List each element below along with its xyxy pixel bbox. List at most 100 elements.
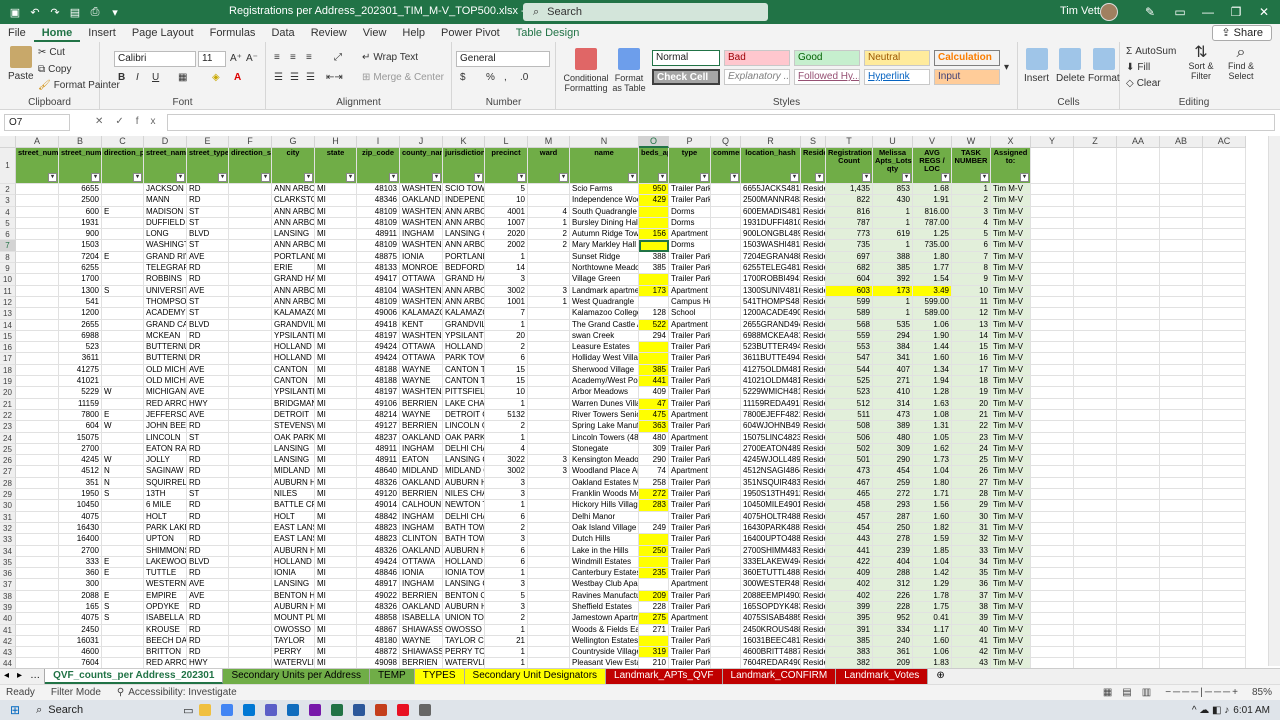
table-cell[interactable]: Reside [801, 568, 826, 580]
table-cell[interactable]: UNIVERSITY [144, 285, 187, 297]
table-cell[interactable]: 735 [826, 240, 873, 252]
table-cell[interactable]: BATH TOWN [443, 522, 485, 535]
row-header[interactable]: 29 [0, 489, 16, 501]
table-cell[interactable] [229, 296, 272, 309]
conditional-formatting-button[interactable]: Conditional Formatting [562, 48, 610, 93]
empty-cell[interactable] [1074, 217, 1117, 230]
table-cell[interactable]: 294 [873, 330, 913, 343]
table-cell[interactable] [711, 477, 741, 490]
table-cell[interactable]: MI [315, 342, 357, 354]
table-cell[interactable]: Trailer Park [669, 330, 711, 343]
table-cell[interactable]: 1300SUNIV48104 [741, 285, 801, 297]
align-center-icon[interactable]: ☰ [290, 72, 299, 83]
empty-cell[interactable] [1031, 398, 1074, 410]
empty-cell[interactable] [1031, 613, 1074, 625]
table-cell[interactable] [528, 647, 570, 659]
table-cell[interactable]: 2 [528, 240, 570, 252]
empty-cell[interactable] [1160, 330, 1203, 343]
table-cell[interactable]: 388 [639, 251, 669, 264]
table-cell[interactable]: 1 [873, 308, 913, 320]
table-cell[interactable]: 568 [826, 319, 873, 331]
table-cell[interactable]: 240 [873, 635, 913, 648]
empty-cell[interactable] [1074, 624, 1117, 636]
empty-cell[interactable] [1031, 364, 1074, 377]
table-cell[interactable]: MI [315, 579, 357, 591]
empty-cell[interactable] [1031, 195, 1074, 207]
table-cell[interactable]: School [669, 308, 711, 320]
table-cell[interactable]: 441 [826, 545, 873, 557]
table-cell[interactable]: SHIMMONS [144, 545, 187, 557]
column-header[interactable]: B [59, 136, 102, 148]
column-header[interactable]: Q [711, 136, 741, 148]
empty-cell[interactable] [1031, 296, 1074, 309]
table-cell[interactable]: Tim M-V [991, 251, 1031, 264]
empty-cell[interactable] [1117, 432, 1160, 444]
table-cell[interactable]: 173 [873, 285, 913, 297]
table-cell[interactable] [229, 376, 272, 388]
italic-button[interactable]: I [136, 72, 139, 83]
empty-cell[interactable] [1203, 613, 1246, 625]
table-cell[interactable]: BENTON HARBOR [272, 590, 315, 602]
row-header[interactable]: 40 [0, 613, 16, 625]
tab-home[interactable]: Home [33, 24, 81, 42]
empty-cell[interactable] [1203, 296, 1246, 309]
table-cell[interactable] [229, 432, 272, 444]
empty-cell[interactable] [1203, 500, 1246, 512]
empty-cell[interactable] [1117, 308, 1160, 320]
empty-cell[interactable] [1117, 455, 1160, 467]
table-cell[interactable] [711, 556, 741, 569]
table-cell[interactable]: 360ETUTTL48846 [741, 568, 801, 580]
empty-cell[interactable] [1203, 579, 1246, 591]
table-cell[interactable]: Apartment [669, 319, 711, 331]
sheet-tab-types[interactable]: TYPES [414, 669, 465, 684]
empty-cell[interactable] [1074, 647, 1117, 659]
row-header[interactable]: 36 [0, 568, 16, 580]
table-cell[interactable]: 2 [485, 522, 528, 535]
table-cell[interactable]: 502 [826, 443, 873, 456]
table-cell[interactable]: 47 [639, 398, 669, 410]
borders-icon[interactable]: ▦ [178, 72, 187, 83]
table-cell[interactable]: ANN ARBOR [443, 296, 485, 309]
table-cell[interactable]: Windmill Estates [570, 556, 639, 569]
filter-dropdown-icon[interactable]: ▾ [261, 173, 270, 182]
empty-cell[interactable] [1203, 590, 1246, 602]
table-cell[interactable]: Trailer Park [669, 398, 711, 410]
table-cell[interactable] [711, 658, 741, 668]
empty-cell[interactable] [1160, 319, 1203, 331]
table-cell[interactable]: Trailer Park [669, 443, 711, 456]
table-cell[interactable]: MI [315, 195, 357, 207]
empty-cell[interactable] [1117, 409, 1160, 422]
table-cell[interactable]: 1.25 [913, 229, 952, 241]
table-cell[interactable]: 16430PARK48823 [741, 522, 801, 535]
table-cell[interactable] [102, 579, 144, 591]
row-header[interactable]: 20 [0, 387, 16, 399]
table-cell[interactable]: SAGINAW [144, 466, 187, 478]
table-cell[interactable]: Tim M-V [991, 489, 1031, 501]
table-cell[interactable]: Tim M-V [991, 387, 1031, 399]
row-header[interactable]: 30 [0, 500, 16, 512]
table-cell[interactable]: 816.00 [913, 206, 952, 218]
table-cell[interactable]: RED ARROW [144, 398, 187, 410]
table-cell[interactable]: 34 [952, 556, 991, 569]
table-cell[interactable]: 599 [826, 296, 873, 309]
table-cell[interactable] [16, 500, 59, 512]
table-cell[interactable] [102, 545, 144, 557]
table-cell[interactable]: Trailer Park [669, 568, 711, 580]
table-cell[interactable]: Apartment [669, 229, 711, 241]
table-cell[interactable]: OAKLAND [400, 477, 443, 490]
filter-dropdown-icon[interactable]: ▾ [517, 173, 526, 182]
table-cell[interactable]: 1 [528, 296, 570, 309]
table-cell[interactable]: 165 [59, 601, 102, 614]
table-cell[interactable] [229, 556, 272, 569]
empty-cell[interactable] [1117, 206, 1160, 218]
row-header[interactable]: 19 [0, 376, 16, 388]
table-cell[interactable]: 900 [59, 229, 102, 241]
empty-cell[interactable] [1203, 353, 1246, 365]
acrobat-icon[interactable] [396, 704, 409, 716]
table-cell[interactable]: MI [315, 500, 357, 512]
table-cell[interactable]: Reside [801, 353, 826, 365]
table-cell[interactable]: South Quadrangle [570, 206, 639, 218]
table-cell[interactable]: Tim M-V [991, 376, 1031, 388]
table-cell[interactable]: Tim M-V [991, 274, 1031, 286]
table-cell[interactable] [528, 184, 570, 196]
